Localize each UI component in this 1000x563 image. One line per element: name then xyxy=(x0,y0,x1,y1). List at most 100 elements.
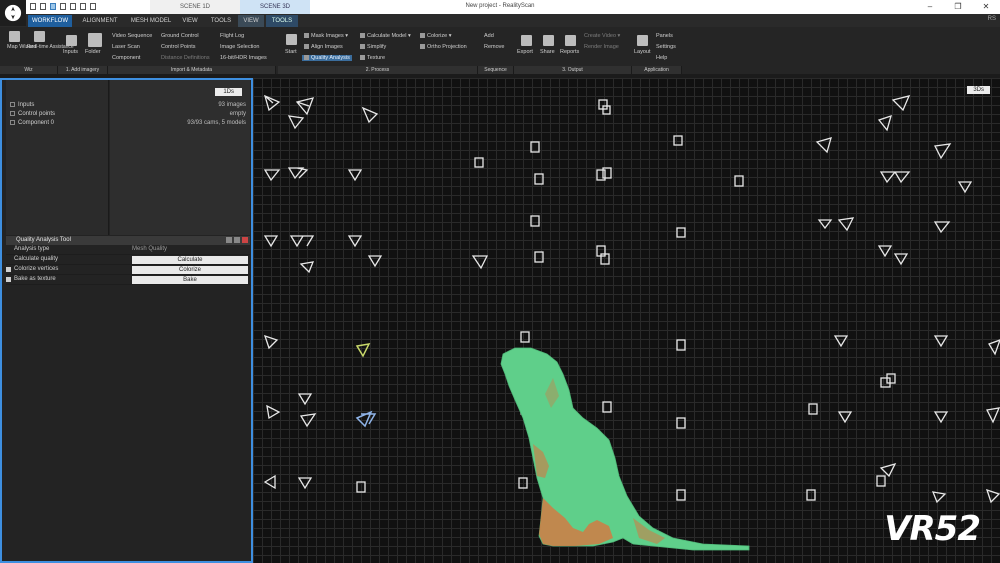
simplify-button[interactable]: Simplify xyxy=(360,44,386,50)
simplify-icon xyxy=(360,44,365,50)
expand-icon[interactable] xyxy=(6,277,11,282)
dog-mesh-model[interactable] xyxy=(500,347,750,551)
colorize-icon xyxy=(420,33,425,39)
image-selection-button[interactable]: Image Selection xyxy=(220,44,259,50)
colorize-vertices-label: Colorize vertices xyxy=(14,266,59,272)
colorize-button[interactable]: Colorize xyxy=(132,266,248,274)
tab-workflow[interactable]: WORKFLOW xyxy=(28,15,72,27)
bake-texture-label: Bake as texture xyxy=(14,276,56,282)
flight-log-button[interactable]: Flight Log xyxy=(220,33,244,39)
analysis-type-value[interactable]: Mesh Quality xyxy=(132,246,167,252)
inputs-button[interactable]: Inputs xyxy=(63,49,78,55)
panels-button[interactable]: Panels xyxy=(656,33,673,39)
dock-icon[interactable] xyxy=(226,237,232,243)
group-label-output: 3. Output xyxy=(514,66,632,74)
export-icon[interactable] xyxy=(521,35,532,46)
bake-button[interactable]: Bake xyxy=(132,276,248,284)
start-icon[interactable] xyxy=(286,34,297,45)
expand-icon[interactable] xyxy=(6,267,11,272)
layout-icon[interactable] xyxy=(637,35,648,46)
quality-analysis-icon xyxy=(304,55,309,61)
mask-images-button[interactable]: Mask Images ▾ xyxy=(304,33,348,39)
maximize-icon[interactable]: ❐ xyxy=(944,0,972,14)
align-images-button[interactable]: Align Images xyxy=(304,44,343,50)
tree-value-inputs: 93 images xyxy=(218,102,246,108)
realtime-assistance-icon[interactable] xyxy=(34,31,45,42)
video-sequence-button[interactable]: Video Sequence xyxy=(112,33,152,39)
tree-item-control-points[interactable]: Control points xyxy=(10,111,55,117)
camera-frustums xyxy=(263,94,1000,551)
map-wizard-icon[interactable] xyxy=(9,31,20,42)
minimize-icon[interactable]: – xyxy=(916,0,944,14)
tab-mesh-model[interactable]: MESH MODEL xyxy=(128,15,174,27)
texture-button[interactable]: Texture xyxy=(360,55,385,61)
tab-view-context[interactable]: VIEW xyxy=(238,15,264,27)
expand-icon[interactable] xyxy=(10,111,15,116)
calculate-button[interactable]: Calculate xyxy=(132,256,248,264)
reports-button[interactable]: Reports xyxy=(560,49,579,55)
quality-analysis-tool-header: Quality Analysis Tool xyxy=(6,236,250,245)
view-badge-1ds[interactable]: 1Ds xyxy=(215,88,242,96)
left-panel-1ds[interactable]: Inputs Control points Component 0 1Ds 93… xyxy=(0,78,253,563)
help-button[interactable]: Help xyxy=(656,55,667,61)
group-label-import-metadata: Import & Metadata xyxy=(108,66,276,74)
project-tree[interactable]: Inputs Control points Component 0 xyxy=(6,80,109,235)
share-icon[interactable] xyxy=(543,35,554,46)
pin-icon[interactable] xyxy=(234,237,240,243)
mask-images-icon xyxy=(304,33,309,39)
tab-alignment[interactable]: ALIGNMENT xyxy=(74,15,126,27)
settings-button[interactable]: Settings xyxy=(656,44,676,50)
group-label-process: 2. Process xyxy=(278,66,478,74)
user-initials[interactable]: RS xyxy=(988,16,996,22)
title-bar: SCENE 1D SCENE 3D New project - RealityS… xyxy=(0,0,1000,14)
tree-value-component: 93/93 cams, 5 models xyxy=(187,120,246,126)
start-button[interactable]: Start xyxy=(285,49,297,55)
expand-icon[interactable] xyxy=(10,120,15,125)
distance-definitions-button[interactable]: Distance Definitions xyxy=(161,55,210,61)
component-button[interactable]: Component xyxy=(112,55,140,61)
laser-scan-button[interactable]: Laser Scan xyxy=(112,44,140,50)
tool-title: Quality Analysis Tool xyxy=(16,237,71,243)
calculate-model-icon xyxy=(360,33,365,39)
calculate-quality-label: Calculate quality xyxy=(14,256,59,262)
tab-tools[interactable]: TOOLS xyxy=(206,15,236,27)
layout-button[interactable]: Layout xyxy=(634,49,651,55)
texture-icon xyxy=(360,55,365,61)
tree-item-inputs[interactable]: Inputs xyxy=(10,102,34,108)
calculate-quality-row: Calculate quality Calculate xyxy=(6,255,250,265)
render-image-button[interactable]: Render Image xyxy=(584,44,619,50)
sequence-add-button[interactable]: Add xyxy=(484,33,494,39)
tree-value-control-points: empty xyxy=(229,111,246,117)
analysis-type-row: Analysis type Mesh Quality xyxy=(6,245,250,255)
sequence-remove-button[interactable]: Remove xyxy=(484,44,504,50)
group-label-add-imagery: 1. Add imagery xyxy=(58,66,108,74)
analysis-type-label: Analysis type xyxy=(14,246,50,252)
hdr-images-button[interactable]: 16-bit/HDR Images xyxy=(220,55,267,61)
tree-item-component[interactable]: Component 0 xyxy=(10,120,54,126)
share-button[interactable]: Share xyxy=(540,49,555,55)
tab-view[interactable]: VIEW xyxy=(176,15,204,27)
expand-icon[interactable] xyxy=(10,102,15,107)
inputs-icon[interactable] xyxy=(66,35,77,46)
reports-icon[interactable] xyxy=(565,35,576,46)
ground-control-button[interactable]: Ground Control xyxy=(161,33,199,39)
viewport-3ds[interactable]: 3Ds xyxy=(253,78,1000,563)
close-icon[interactable]: ✕ xyxy=(972,0,1000,14)
tab-tools-context[interactable]: TOOLS xyxy=(266,15,298,27)
export-button[interactable]: Export xyxy=(517,49,533,55)
folder-icon[interactable] xyxy=(88,33,102,47)
bake-texture-row: Bake as texture Bake xyxy=(6,275,250,285)
calculate-model-button[interactable]: Calculate Model ▾ xyxy=(360,33,411,39)
group-label-wiz: Wiz xyxy=(0,66,58,74)
colorize-button[interactable]: Colorize ▾ xyxy=(420,33,451,39)
watermark-logo: VR52 xyxy=(884,509,981,549)
project-tree-values: 1Ds 93 images empty 93/93 cams, 5 models xyxy=(110,80,250,235)
app-logo-icon[interactable] xyxy=(0,0,26,26)
ortho-projection-button[interactable]: Ortho Projection xyxy=(420,44,467,50)
quality-analysis-button[interactable]: Quality Analysis xyxy=(302,55,352,61)
folder-button[interactable]: Folder xyxy=(85,49,101,55)
close-tool-icon[interactable] xyxy=(242,237,248,243)
create-video-button[interactable]: Create Video ▾ xyxy=(584,33,620,39)
control-points-button[interactable]: Control Points xyxy=(161,44,196,50)
colorize-vertices-row: Colorize vertices Colorize xyxy=(6,265,250,275)
